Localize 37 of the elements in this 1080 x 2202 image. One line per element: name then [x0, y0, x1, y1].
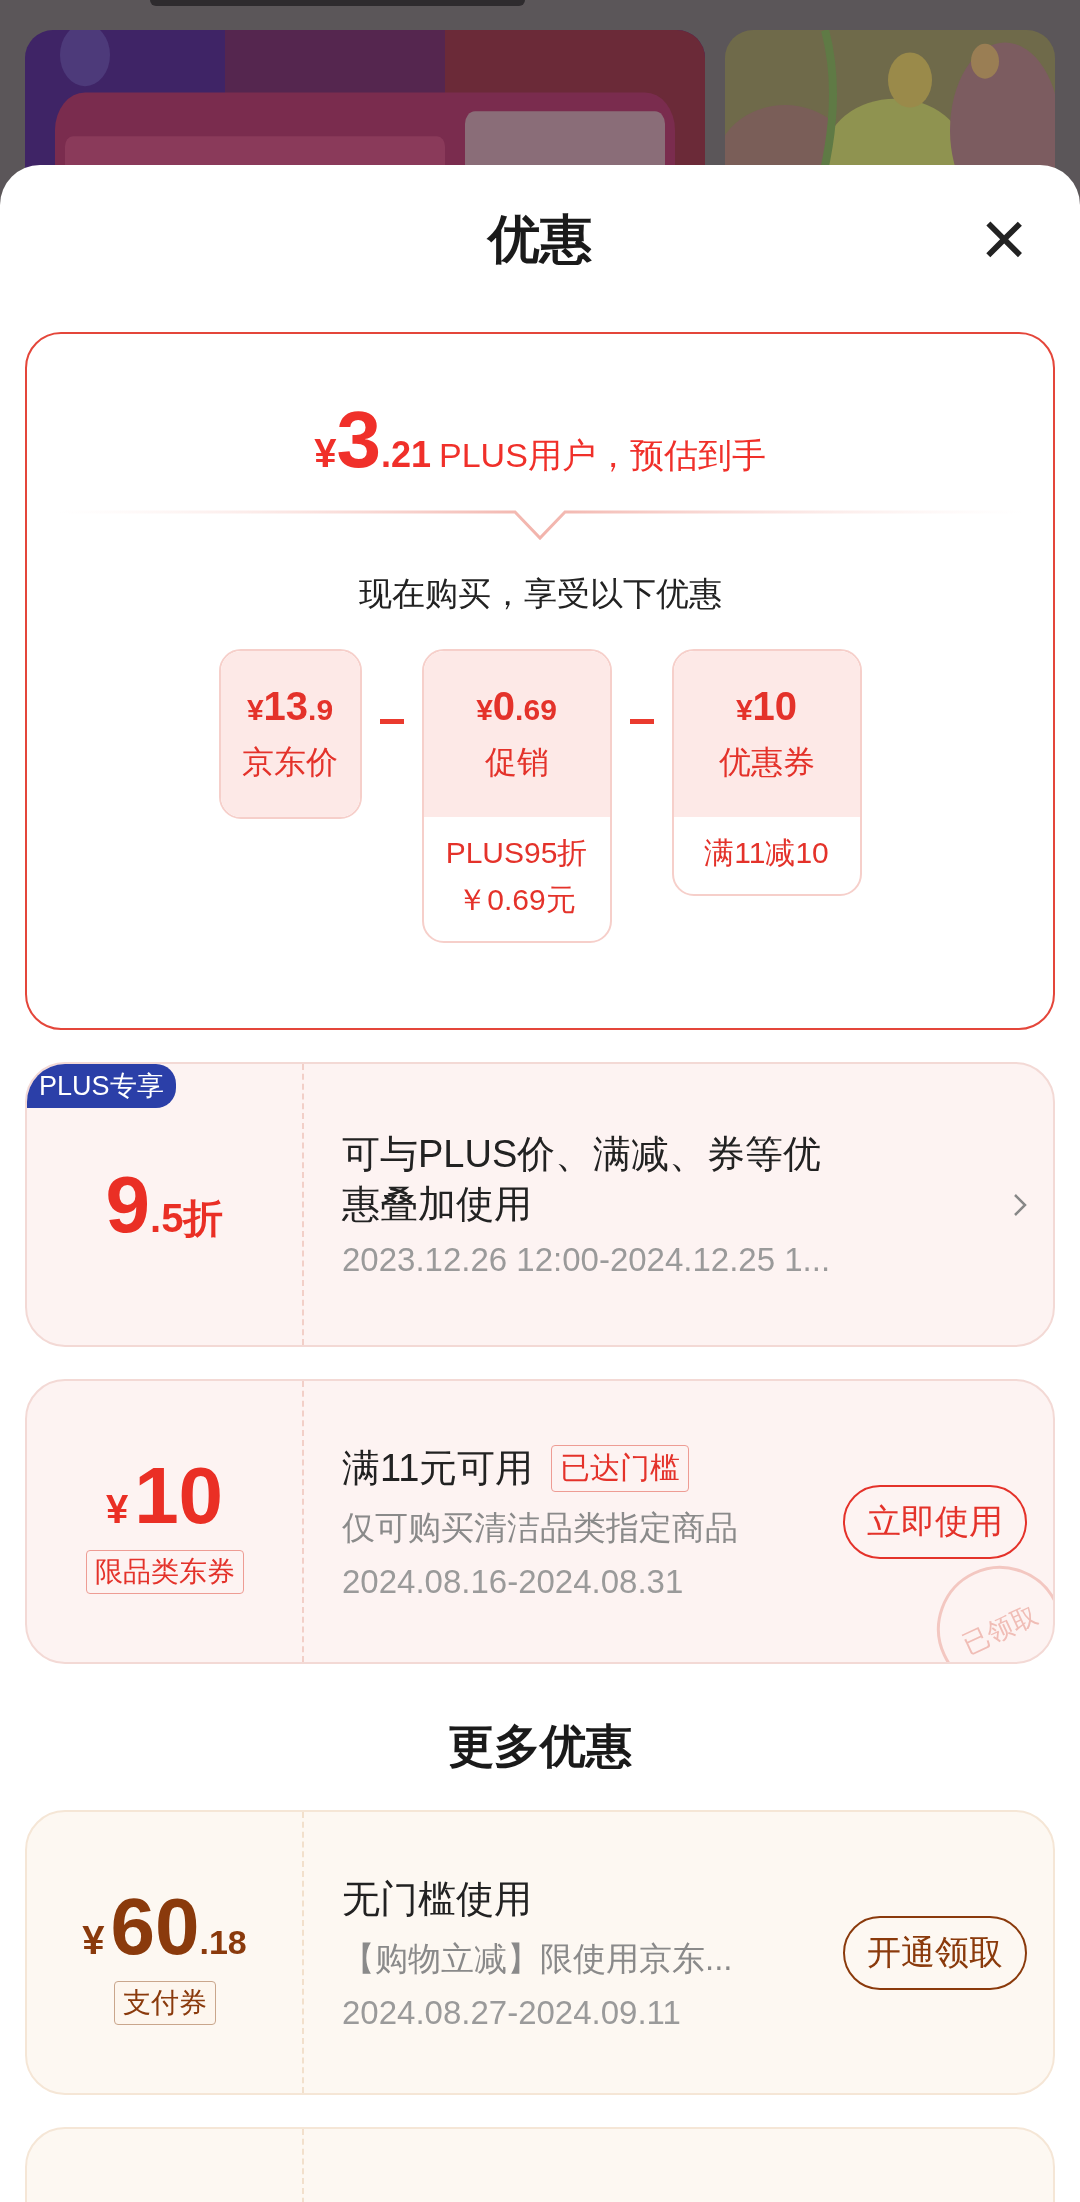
- part-amount: ¥13.9: [246, 683, 334, 729]
- part-amount: ¥0.69: [476, 683, 557, 729]
- minus-icon: [629, 719, 654, 724]
- part-detail: PLUS95折: [445, 835, 588, 871]
- part-label: 京东价: [242, 742, 338, 782]
- coupon-title: 无门槛使用: [342, 1876, 532, 1922]
- part-amount: ¥10: [735, 683, 798, 729]
- minus-icon: [379, 719, 404, 724]
- coupon-dates: 2024.08.16-2024.08.31: [342, 1562, 685, 1601]
- coupon-card[interactable]: PLUS专享 9.5折 可与PLUS价、满减、券等优惠叠加使用 2023.12.26 12:00-2024.12.25 1...: [25, 1062, 1055, 1347]
- threshold-tag: 已达门槛: [551, 1444, 690, 1492]
- coupon-title: 满11元可用: [342, 1445, 534, 1491]
- coupon-title: 可与PLUS价、满减、券等优惠叠加使用: [342, 1132, 823, 1227]
- plus-badge: PLUS专享: [27, 1064, 176, 1108]
- coupon-amount: 9.5折: [105, 1158, 224, 1251]
- chevron-right-icon[interactable]: [1013, 1192, 1027, 1217]
- claim-button[interactable]: 开通领取: [843, 1915, 1027, 1990]
- part-detail: ￥0.69元: [457, 882, 576, 918]
- close-button[interactable]: ×: [968, 203, 1040, 275]
- coupon-type-tag: 支付券: [113, 1980, 216, 2025]
- coupon-dates: 2023.12.26 12:00-2024.12.25 1...: [342, 1240, 832, 1279]
- coupon-card[interactable]: ¥60.18 支付券 无门槛使用 【购物立减】限使用京东... 2024.08.27-2024.09.11 开通领取: [25, 1810, 1055, 2095]
- estimated-price: ¥3.21 PLUS用户，预估到手: [314, 394, 766, 486]
- coupon-card[interactable]: ¥10 限品类东券 满11元可用 已达门槛 仅可购买清洁品类指定商品 2024.08.16-2024.08.31 立即使用 已领取: [25, 1379, 1055, 1664]
- coupon-amount: ¥10: [105, 1449, 224, 1542]
- coupon-description: 仅可购买清洁品类指定商品: [342, 1507, 739, 1548]
- part-label: 促销: [484, 742, 549, 782]
- part-label: 优惠券: [718, 742, 815, 782]
- coupon-description: 【购物立减】限使用京东...: [342, 1938, 734, 1979]
- use-button[interactable]: 立即使用: [843, 1484, 1027, 1559]
- section-heading: 更多优惠: [447, 1719, 633, 1774]
- sheet-title: 优惠: [488, 209, 592, 270]
- coupon-amount: ¥60.18: [82, 1880, 247, 1973]
- coupon-dates: 2024.08.27-2024.09.11: [342, 1993, 682, 2032]
- coupon-type-tag: 限品类东券: [85, 1549, 244, 1594]
- summary-subtitle: 现在购买，享受以下优惠: [358, 574, 722, 614]
- part-detail: 满11减10: [704, 835, 829, 871]
